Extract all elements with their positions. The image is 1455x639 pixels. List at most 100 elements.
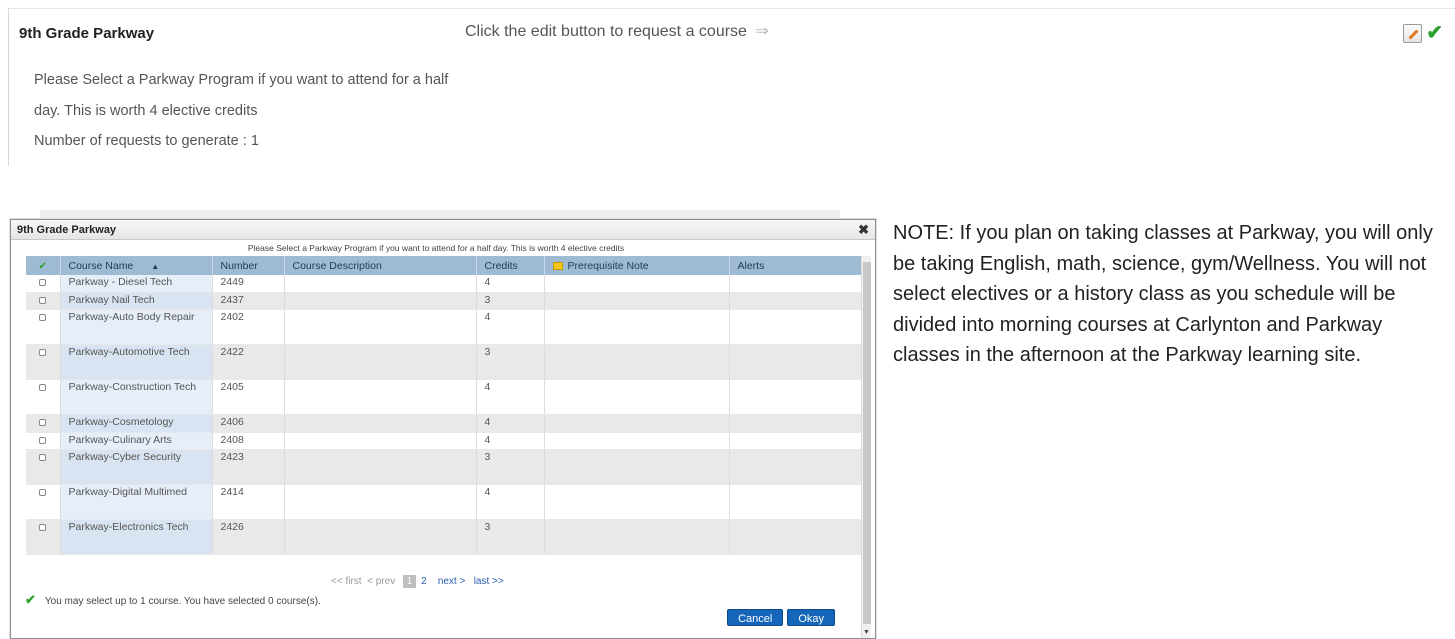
course-name-cell: Parkway-Automotive Tech [60, 344, 213, 380]
pager-prev[interactable]: < prev [367, 576, 395, 587]
parkway-note: NOTE: If you plan on taking classes at P… [893, 222, 1433, 366]
course-description-cell [284, 292, 477, 310]
column-prerequisite[interactable]: Prerequisite Note [544, 256, 730, 275]
course-name-cell: Parkway-Cyber Security [60, 449, 213, 485]
course-number-cell: 2405 [212, 379, 285, 415]
course-number-cell: 2449 [212, 275, 285, 293]
checkbox[interactable] [39, 524, 47, 531]
course-credits-cell: 4 [476, 484, 545, 520]
checkmark-icon[interactable]: ✔ [1426, 23, 1443, 43]
prerequisite-cell [544, 275, 730, 293]
edit-icon[interactable] [1403, 23, 1423, 43]
alerts-cell [729, 484, 864, 520]
prerequisite-cell [544, 379, 730, 415]
scroll-down-icon[interactable]: ▼ [863, 629, 870, 636]
course-name-cell: Parkway-Electronics Tech [60, 519, 213, 555]
background-strip [40, 210, 840, 218]
request-count: Number of requests to generate : 1 [34, 133, 259, 149]
panel-actions: ✔ [1403, 23, 1443, 43]
dialog-scrollbar[interactable]: ▼ [861, 256, 871, 638]
scrollbar-thumb[interactable] [863, 262, 871, 624]
alerts-cell [729, 449, 864, 485]
table-row[interactable]: Parkway-Automotive Tech 2422 3 [26, 344, 864, 380]
table-row[interactable]: Parkway-Auto Body Repair 2402 4 [26, 309, 864, 345]
pager-next[interactable]: next > [438, 576, 466, 587]
course-number-cell: 2422 [212, 344, 285, 380]
course-credits-cell: 3 [476, 292, 545, 310]
column-alerts[interactable]: Alerts [729, 256, 864, 275]
sort-asc-icon: ▲ [151, 261, 160, 271]
checkbox[interactable] [39, 384, 47, 391]
alerts-cell [729, 414, 864, 433]
alerts-cell [729, 432, 864, 450]
course-name-cell: Parkway Nail Tech [60, 292, 213, 310]
course-credits-cell: 3 [476, 519, 545, 555]
row-checkbox[interactable] [26, 292, 61, 310]
prerequisite-cell [544, 484, 730, 520]
checkbox[interactable] [39, 314, 47, 321]
table-row[interactable]: Parkway-Electronics Tech 2426 3 [26, 519, 864, 555]
row-checkbox[interactable] [26, 449, 61, 485]
select-all-header[interactable]: ✔ [26, 256, 61, 275]
course-description-cell [284, 449, 477, 485]
row-checkbox[interactable] [26, 414, 61, 433]
row-checkbox[interactable] [26, 344, 61, 380]
alerts-cell [729, 519, 864, 555]
pager-page-2[interactable]: 2 [421, 576, 427, 587]
row-checkbox[interactable] [26, 275, 61, 293]
table-row[interactable]: Parkway-Digital Multimed 2414 4 [26, 484, 864, 520]
table-row[interactable]: Parkway-Cosmetology 2406 4 [26, 414, 864, 433]
table-row[interactable]: Parkway-Culinary Arts 2408 4 [26, 432, 864, 450]
course-description-cell [284, 414, 477, 433]
course-number-cell: 2414 [212, 484, 285, 520]
column-course-name[interactable]: Course Name ▲ [60, 256, 213, 275]
edit-hint: Click the edit button to request a cours… [465, 21, 769, 41]
edit-hint-text: Click the edit button to request a cours… [465, 23, 747, 40]
table-row[interactable]: Parkway-Construction Tech 2405 4 [26, 379, 864, 415]
close-icon[interactable]: ✖ [858, 222, 869, 238]
prerequisite-cell [544, 292, 730, 310]
checkbox[interactable] [39, 419, 47, 426]
dialog-subtitle: Please Select a Parkway Program if you w… [247, 243, 625, 253]
course-description-cell [284, 519, 477, 555]
row-checkbox[interactable] [26, 519, 61, 555]
table-row[interactable]: Parkway - Diesel Tech 2449 4 [26, 275, 864, 293]
checkbox[interactable] [39, 489, 47, 496]
course-number-cell: 2437 [212, 292, 285, 310]
checkbox[interactable] [39, 454, 47, 461]
cancel-button[interactable]: Cancel [727, 609, 784, 626]
checkbox[interactable] [39, 296, 47, 304]
prerequisite-cell [544, 449, 730, 485]
dialog-title: 9th Grade Parkway [17, 224, 117, 236]
row-checkbox[interactable] [26, 309, 61, 345]
pager-first[interactable]: << first [331, 576, 362, 587]
prerequisite-cell [544, 519, 730, 555]
check-all-icon[interactable]: ✔ [39, 261, 47, 272]
course-selection-dialog: 9th Grade Parkway ✖ Please Select a Park… [10, 219, 876, 639]
alerts-cell [729, 344, 864, 380]
table-row[interactable]: Parkway-Cyber Security 2423 3 [26, 449, 864, 485]
table-header-row: ✔ Course Name ▲ Number Course Description… [26, 256, 864, 275]
column-number[interactable]: Number [212, 256, 285, 275]
row-checkbox[interactable] [26, 484, 61, 520]
arrow-right-icon: ⇒ [755, 23, 769, 40]
column-description[interactable]: Course Description [284, 256, 477, 275]
row-checkbox[interactable] [26, 432, 61, 450]
course-description-cell [284, 275, 477, 293]
selection-message: You may select up to 1 course. You have … [44, 596, 321, 607]
checkbox[interactable] [39, 279, 47, 286]
status-check-icon: ✔ [25, 592, 36, 607]
table-row[interactable]: Parkway Nail Tech 2437 3 [26, 292, 864, 310]
course-name-cell: Parkway-Digital Multimed [60, 484, 213, 520]
checkbox[interactable] [39, 436, 47, 444]
column-credits[interactable]: Credits [476, 256, 545, 275]
row-checkbox[interactable] [26, 379, 61, 415]
checkbox[interactable] [39, 349, 47, 356]
course-credits-cell: 4 [476, 432, 545, 450]
course-number-cell: 2408 [212, 432, 285, 450]
prerequisite-cell [544, 414, 730, 433]
dialog-header: 9th Grade Parkway ✖ [11, 220, 875, 240]
okay-button[interactable]: Okay [787, 609, 835, 626]
pager-last[interactable]: last >> [474, 576, 504, 587]
alerts-cell [729, 275, 864, 293]
